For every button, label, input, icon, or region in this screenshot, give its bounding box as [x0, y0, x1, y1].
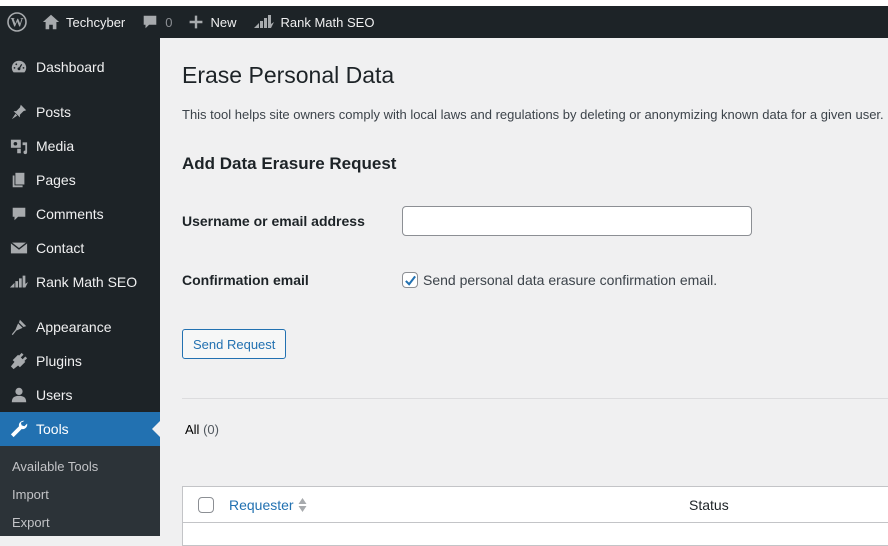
filter-all-label: All: [185, 422, 200, 437]
new-label: New: [210, 14, 237, 30]
sort-icon: [298, 497, 307, 513]
comments-link[interactable]: 0: [133, 6, 180, 38]
column-requester-label: Requester: [229, 496, 294, 513]
wp-logo-button[interactable]: W: [0, 6, 34, 38]
sidebar-item-rank-math-seo[interactable]: Rank Math SEO: [0, 265, 160, 299]
user-icon: [9, 385, 29, 405]
sidebar-item-users[interactable]: Users: [0, 378, 160, 412]
sidebar-item-posts[interactable]: Posts: [0, 95, 160, 129]
sidebar-label: Comments: [36, 206, 104, 222]
site-name-link[interactable]: Techcyber: [34, 6, 133, 38]
wrench-icon: [9, 419, 29, 439]
wordpress-logo-icon: W: [7, 12, 27, 32]
sidebar-item-plugins[interactable]: Plugins: [0, 344, 160, 378]
sidebar-item-tools[interactable]: Tools: [0, 412, 160, 446]
sidebar-label: Media: [36, 138, 75, 154]
new-content-button[interactable]: New: [180, 6, 244, 38]
confirmation-checkbox[interactable]: [402, 272, 418, 288]
confirmation-option: Send personal data erasure confirmation …: [402, 272, 717, 288]
form-title: Add Data Erasure Request: [182, 154, 397, 173]
requests-table: Requester Status: [182, 486, 888, 546]
sidebar-item-appearance[interactable]: Appearance: [0, 310, 160, 344]
plug-icon: [9, 351, 29, 371]
username-input[interactable]: [402, 206, 752, 236]
page-description: This tool helps site owners comply with …: [182, 107, 884, 122]
checkmark-icon: [404, 275, 416, 286]
submenu-import[interactable]: Import: [0, 480, 160, 508]
confirmation-text: Send personal data erasure confirmation …: [423, 272, 718, 288]
divider: [182, 398, 888, 399]
filter-all-count: (0): [203, 422, 219, 437]
rank-math-label: Rank Math SEO: [280, 14, 375, 30]
table-header: Requester Status: [183, 487, 888, 523]
submenu-available-tools[interactable]: Available Tools: [0, 452, 160, 480]
sidebar-label: Posts: [36, 104, 72, 120]
filter-all[interactable]: All (0): [185, 422, 219, 437]
sidebar-label: Pages: [36, 172, 76, 188]
submenu-export[interactable]: Export: [0, 508, 160, 536]
rank-math-link[interactable]: Rank Math SEO: [245, 6, 383, 38]
admin-bar: W Techcyber 0 New Rank Math SEO: [0, 6, 888, 38]
comment-icon: [143, 15, 157, 29]
select-all-checkbox[interactable]: [198, 496, 214, 513]
sidebar-item-dashboard[interactable]: Dashboard: [0, 50, 160, 84]
sidebar-label: Rank Math SEO: [36, 274, 138, 290]
confirmation-label: Confirmation email: [182, 272, 309, 288]
media-icon: [9, 136, 29, 156]
admin-sidebar: Dashboard Posts Media Pages Comments Con…: [0, 38, 160, 536]
sidebar-label: Plugins: [36, 353, 82, 369]
dashboard-icon: [9, 57, 29, 77]
envelope-icon: [9, 238, 29, 258]
pages-icon: [9, 170, 29, 190]
send-request-button[interactable]: Send Request: [182, 329, 287, 359]
plus-icon: [190, 15, 203, 29]
site-name: Techcyber: [66, 14, 126, 30]
tools-submenu: Available Tools Import Export: [0, 446, 160, 536]
sidebar-item-media[interactable]: Media: [0, 129, 160, 163]
username-label: Username or email address: [182, 213, 365, 229]
sidebar-label: Tools: [36, 421, 69, 437]
sidebar-label: Dashboard: [36, 59, 105, 75]
rank-math-icon: [9, 272, 29, 292]
sidebar-item-pages[interactable]: Pages: [0, 163, 160, 197]
sidebar-label: Appearance: [36, 319, 112, 335]
sidebar-item-contact[interactable]: Contact: [0, 231, 160, 265]
pin-icon: [9, 102, 29, 122]
home-icon: [42, 14, 60, 30]
sidebar-label: Contact: [36, 240, 85, 256]
sidebar-item-comments[interactable]: Comments: [0, 197, 160, 231]
comments-count: 0: [165, 14, 173, 30]
comment-icon: [9, 204, 29, 224]
sidebar-label: Users: [36, 387, 73, 403]
brush-icon: [9, 317, 29, 337]
page-title: Erase Personal Data: [182, 62, 395, 88]
svg-text:W: W: [11, 15, 24, 30]
column-status[interactable]: Status: [689, 497, 729, 513]
column-requester[interactable]: Requester: [229, 497, 307, 513]
rank-math-icon: [253, 15, 274, 28]
